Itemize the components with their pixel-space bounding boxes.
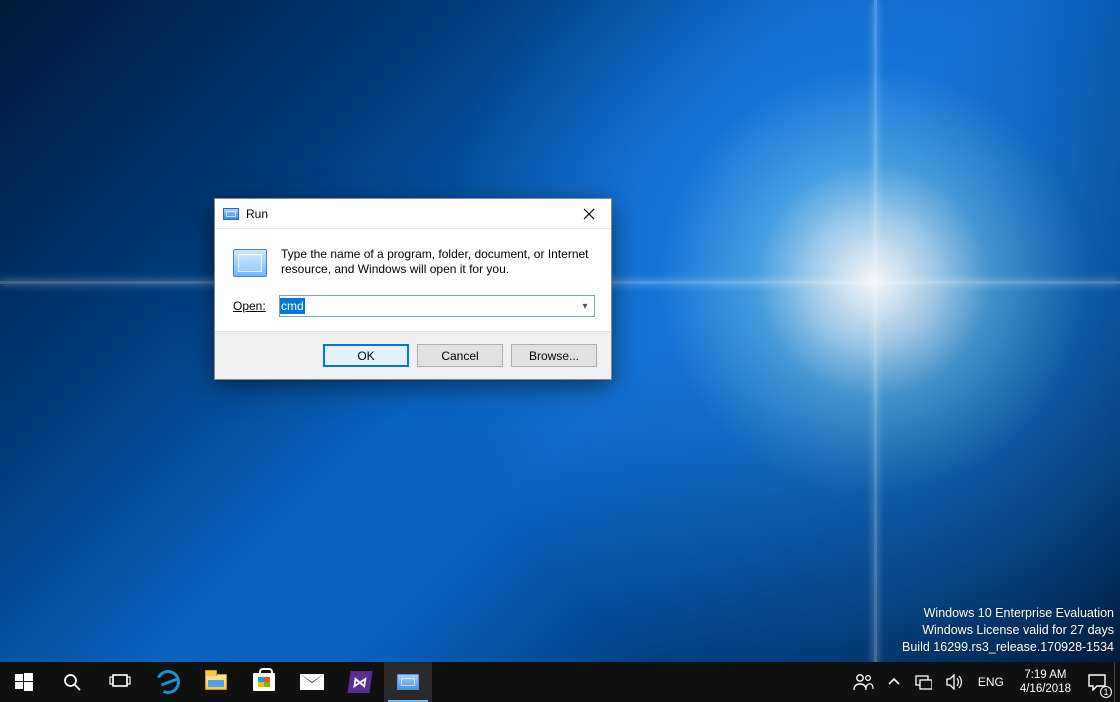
taskbar-app-run[interactable] — [384, 662, 432, 702]
chevron-up-icon — [888, 676, 900, 688]
watermark-line: Build 16299.rs3_release.170928-1534 — [902, 639, 1114, 656]
tray-time: 7:19 AM — [1020, 668, 1071, 682]
tray-clock[interactable]: 7:19 AM 4/16/2018 — [1011, 668, 1080, 696]
open-value[interactable]: cmd — [280, 298, 305, 314]
tray-action-center[interactable]: 1 — [1080, 662, 1114, 702]
speaker-icon — [946, 674, 964, 690]
search-icon — [62, 672, 82, 692]
activation-watermark: Windows 10 Enterprise Evaluation Windows… — [902, 605, 1114, 656]
watermark-line: Windows License valid for 27 days — [902, 622, 1114, 639]
open-label: Open: — [233, 299, 271, 313]
edge-icon — [153, 667, 184, 698]
ok-button[interactable]: OK — [323, 344, 409, 367]
chevron-down-icon[interactable]: ▾ — [576, 301, 594, 312]
folder-icon — [205, 674, 227, 690]
task-view-icon — [109, 673, 131, 691]
tray-people[interactable] — [845, 662, 881, 702]
browse-button[interactable]: Browse... — [511, 344, 597, 367]
run-dialog-icon — [233, 249, 267, 277]
taskbar: ⋈ ENG 7:19 A — [0, 662, 1120, 702]
tray-volume[interactable] — [939, 662, 971, 702]
close-icon — [583, 208, 595, 220]
taskbar-app-visual-studio[interactable]: ⋈ — [336, 662, 384, 702]
cancel-button[interactable]: Cancel — [417, 344, 503, 367]
task-view-button[interactable] — [96, 662, 144, 702]
tray-language[interactable]: ENG — [971, 662, 1011, 702]
visual-studio-icon: ⋈ — [347, 671, 372, 693]
notification-badge: 1 — [1100, 686, 1112, 698]
run-description: Type the name of a program, folder, docu… — [281, 247, 595, 277]
taskbar-app-edge[interactable] — [144, 662, 192, 702]
run-titlebar[interactable]: Run — [215, 199, 611, 229]
close-button[interactable] — [566, 199, 611, 229]
people-icon — [852, 672, 874, 692]
run-button-row: OK Cancel Browse... — [215, 331, 611, 379]
tray-date: 4/16/2018 — [1020, 682, 1071, 696]
run-title-icon — [223, 208, 239, 220]
taskbar-app-mail[interactable] — [288, 662, 336, 702]
search-button[interactable] — [48, 662, 96, 702]
network-icon — [914, 674, 932, 690]
taskbar-app-store[interactable] — [240, 662, 288, 702]
run-icon — [397, 674, 419, 690]
mail-icon — [300, 674, 324, 690]
run-title: Run — [246, 207, 268, 221]
taskbar-app-file-explorer[interactable] — [192, 662, 240, 702]
show-desktop-button[interactable] — [1114, 662, 1120, 702]
windows-icon — [15, 673, 33, 691]
start-button[interactable] — [0, 662, 48, 702]
tray-overflow[interactable] — [881, 662, 907, 702]
open-combobox[interactable]: cmd ▾ — [279, 295, 595, 317]
tray-network[interactable] — [907, 662, 939, 702]
watermark-line: Windows 10 Enterprise Evaluation — [902, 605, 1114, 622]
run-dialog: Run Type the name of a program, folder, … — [214, 198, 612, 380]
store-icon — [253, 673, 275, 691]
